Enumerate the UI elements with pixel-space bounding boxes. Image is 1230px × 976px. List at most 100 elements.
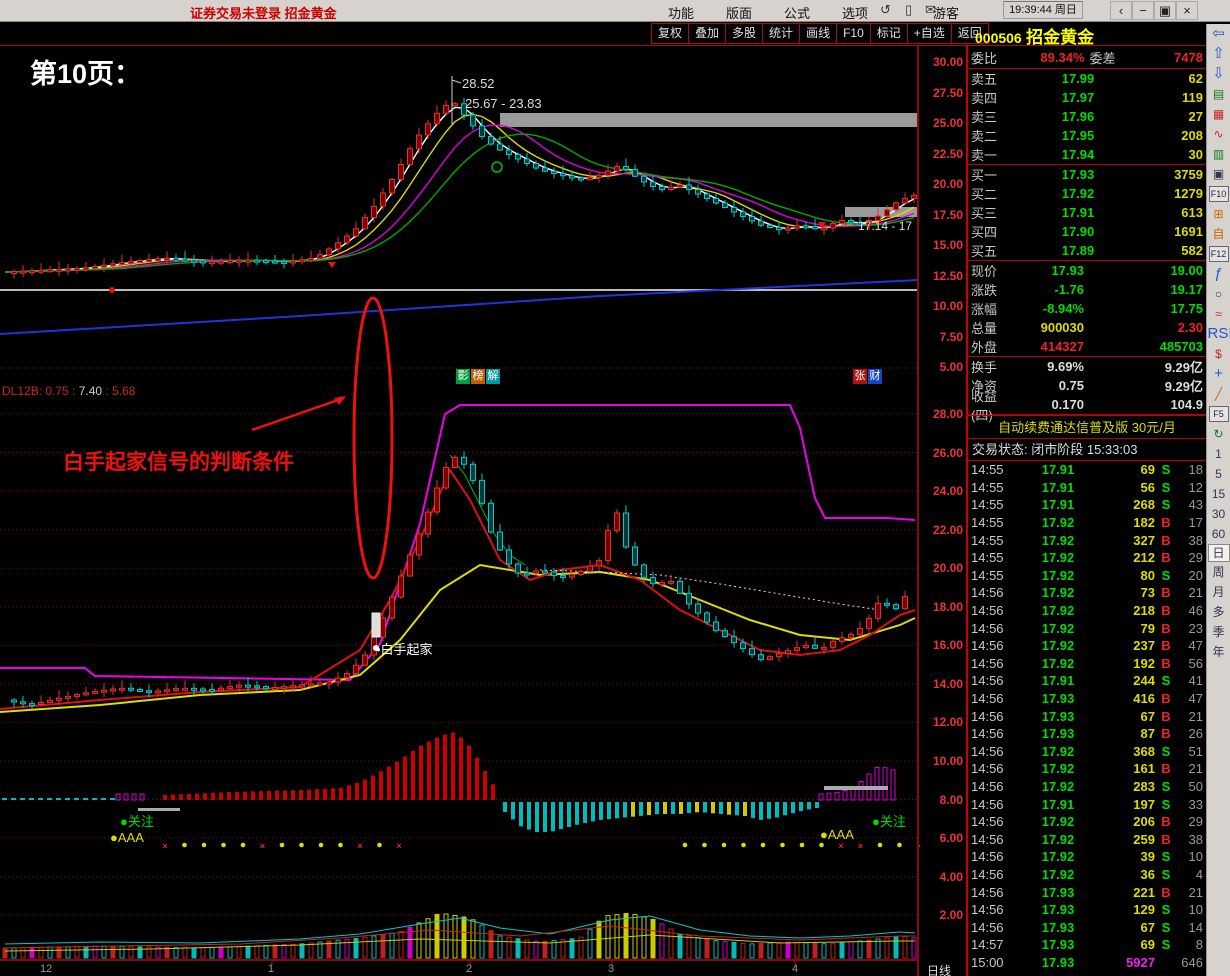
buy-depth-row[interactable]: 买四 17.90 1691 — [968, 222, 1206, 241]
badge-解[interactable]: 解 — [486, 369, 500, 384]
money-icon[interactable]: $ — [1208, 344, 1230, 364]
time-axis-label: 2 — [466, 963, 473, 975]
axis-price-label: 20.00 — [932, 561, 963, 576]
svg-text:×: × — [357, 841, 362, 851]
multi-window-icon[interactable]: ▣ — [1208, 164, 1230, 184]
draw-pencil-icon[interactable]: ╱ — [1208, 384, 1230, 404]
sell-depth-row[interactable]: 卖二 17.95 208 — [968, 126, 1206, 145]
f10-button[interactable]: F10 — [1208, 186, 1229, 202]
toolbar-button-F10[interactable]: F10 — [836, 23, 870, 44]
axis-price-label: 4.00 — [939, 869, 963, 884]
trading-app-window: 证券交易未登录 招金黄金 功能 版面 公式 选项 ↺ ▯ ✉ 游客 19:39:… — [0, 0, 1230, 976]
period-year-button[interactable]: 年 — [1208, 642, 1230, 662]
toolbar-button-叠加[interactable]: 叠加 — [688, 23, 726, 44]
wave-indicator-icon[interactable]: ≈ — [1208, 304, 1230, 324]
kline-icon[interactable]: ▥ — [1208, 144, 1230, 164]
buy-depth-row[interactable]: 买三 17.91 613 — [968, 203, 1206, 222]
sell-depth-row[interactable]: 卖五 17.99 62 — [968, 69, 1206, 88]
badge-张[interactable]: 张 — [853, 369, 867, 384]
weibi-value: 89.34% — [1040, 49, 1085, 65]
axis-price-label: 16.00 — [932, 638, 963, 653]
toolbar-button-+自选[interactable]: +自选 — [906, 23, 951, 44]
toolbar-button-画线[interactable]: 画线 — [799, 23, 837, 44]
trend-line-icon[interactable]: ∿ — [1208, 124, 1230, 144]
badge-财[interactable]: 财 — [868, 369, 882, 384]
move-tool-icon[interactable]: + — [1208, 364, 1230, 384]
formula-icon[interactable]: ƒ — [1208, 264, 1230, 284]
info-row: 现价 17.93 今开 19.00 — [971, 263, 1203, 279]
menu-options[interactable]: 选项 — [842, 3, 868, 22]
mobile-icon[interactable]: ▯ — [905, 2, 912, 18]
trade-row: 14:56 17.92 73 B 21 — [971, 585, 1203, 601]
tick-trade-list[interactable]: 14:55 17.91 69 S 18 14:55 17.91 56 S 12 14:55 17.91… — [968, 461, 1206, 976]
nav-back-button[interactable]: ‹ — [1110, 1, 1132, 20]
ellipse-tool-icon[interactable]: ○ — [1208, 284, 1230, 304]
badge-榜[interactable]: 榜 — [471, 369, 485, 384]
side-icon-strip: ⇦⇧⇩▤▦∿▥▣F10⊞自F12ƒ○≈RSI$+╱F5↻15153060日周月多… — [1206, 24, 1230, 976]
axis-price-label: 27.50 — [932, 85, 963, 100]
buy-depth-row[interactable]: 买二 17.92 1279 — [968, 184, 1206, 203]
zixuan-icon[interactable]: 自 — [1208, 224, 1230, 244]
sell-depth-row[interactable]: 卖一 17.94 30 — [968, 145, 1206, 164]
toolbar-button-统计[interactable]: 统计 — [762, 23, 800, 44]
sell-depth-row[interactable]: 卖四 17.97 119 — [968, 88, 1206, 107]
svg-text:×: × — [162, 841, 167, 851]
badge-影[interactable]: 影 — [456, 369, 470, 384]
axis-price-label: 6.00 — [939, 831, 963, 846]
period-60-button[interactable]: 60 — [1208, 524, 1230, 544]
rsi-button[interactable]: RSI — [1208, 324, 1230, 344]
period-week-button[interactable]: 周 — [1208, 562, 1230, 582]
peak-price-label: 28.52 — [462, 76, 495, 91]
sell-depth-list: 卖五 17.99 62 卖四 17.97 119 卖三 17.96 27 卖二 17.95 208 卖一… — [968, 69, 1206, 165]
refresh-cycle-icon[interactable]: ↻ — [1208, 424, 1230, 444]
refresh-icon[interactable]: ↺ — [880, 2, 891, 18]
period-15-button[interactable]: 15 — [1208, 484, 1230, 504]
info-row: 涨幅 -8.94% 最低 17.75 — [971, 301, 1203, 317]
trade-row: 14:56 17.93 221 B 21 — [971, 884, 1203, 900]
close-button[interactable]: × — [1176, 1, 1198, 20]
menu-layout[interactable]: 版面 — [726, 3, 752, 22]
menu-function[interactable]: 功能 — [668, 3, 694, 22]
restore-button[interactable]: ▣ — [1154, 1, 1176, 20]
trade-row: 14:55 17.91 69 S 18 — [971, 462, 1203, 478]
axis-price-label: 20.00 — [932, 177, 963, 191]
period-30-button[interactable]: 30 — [1208, 504, 1230, 524]
minimize-button[interactable]: − — [1132, 1, 1154, 20]
grid-quotes-icon[interactable]: ▦ — [1208, 104, 1230, 124]
period-month-button[interactable]: 月 — [1208, 582, 1230, 602]
menu-formula[interactable]: 公式 — [784, 3, 810, 22]
period-5-button[interactable]: 5 — [1208, 464, 1230, 484]
buy-depth-row[interactable]: 买一 17.93 3759 — [968, 165, 1206, 184]
buy-depth-row[interactable]: 买五 17.89 582 — [968, 241, 1206, 260]
quote-board-icon[interactable]: ▤ — [1208, 84, 1230, 104]
scroll-down-icon[interactable]: ⇩ — [1208, 64, 1230, 84]
aaa-marker-left: ●AAA — [110, 830, 144, 845]
toolbar-button-多股[interactable]: 多股 — [725, 23, 763, 44]
mid-badges[interactable]: 影榜解 — [456, 366, 501, 384]
axis-price-label: 18.00 — [932, 599, 963, 614]
trade-row: 14:56 17.92 259 B 38 — [971, 831, 1203, 847]
back-arrow-icon[interactable]: ⇦ — [1208, 24, 1230, 44]
trade-row: 14:56 17.91 244 S 41 — [971, 673, 1203, 689]
sell-depth-row[interactable]: 卖三 17.96 27 — [968, 107, 1206, 126]
kline-chart-area[interactable]: ××××××× 第10页： 28.52 25.67 - 23.83 17.14 … — [0, 46, 920, 976]
toolbar-button-复权[interactable]: 复权 — [651, 23, 689, 44]
trade-row: 14:56 17.93 129 S 10 — [971, 902, 1203, 918]
toolbar-button-标记[interactable]: 标记 — [869, 23, 907, 44]
period-1-button[interactable]: 1 — [1208, 444, 1230, 464]
time-axis-label: 1 — [268, 963, 275, 975]
scroll-up-icon[interactable]: ⇧ — [1208, 44, 1230, 64]
trade-row: 14:55 17.91 268 S 43 — [971, 497, 1203, 513]
f5-button[interactable]: F5 — [1208, 406, 1229, 422]
period-quarter-button[interactable]: 季 — [1208, 622, 1230, 642]
period-multi-button[interactable]: 多 — [1208, 602, 1230, 622]
hand-annotation-text: 白手起家信号的判断条件 — [63, 451, 294, 474]
right-badges[interactable]: 张财 — [853, 366, 883, 384]
f12-button[interactable]: F12 — [1208, 246, 1229, 262]
subscription-banner[interactable]: 自动续费通达信普及版 30元/月 — [968, 415, 1206, 439]
weicha-value: 7478 — [1174, 49, 1203, 65]
period-day-button[interactable]: 日 — [1207, 544, 1230, 562]
svg-text:×: × — [396, 841, 401, 851]
block-tree-icon[interactable]: ⊞ — [1208, 204, 1230, 224]
user-label[interactable]: 游客 — [933, 3, 959, 22]
